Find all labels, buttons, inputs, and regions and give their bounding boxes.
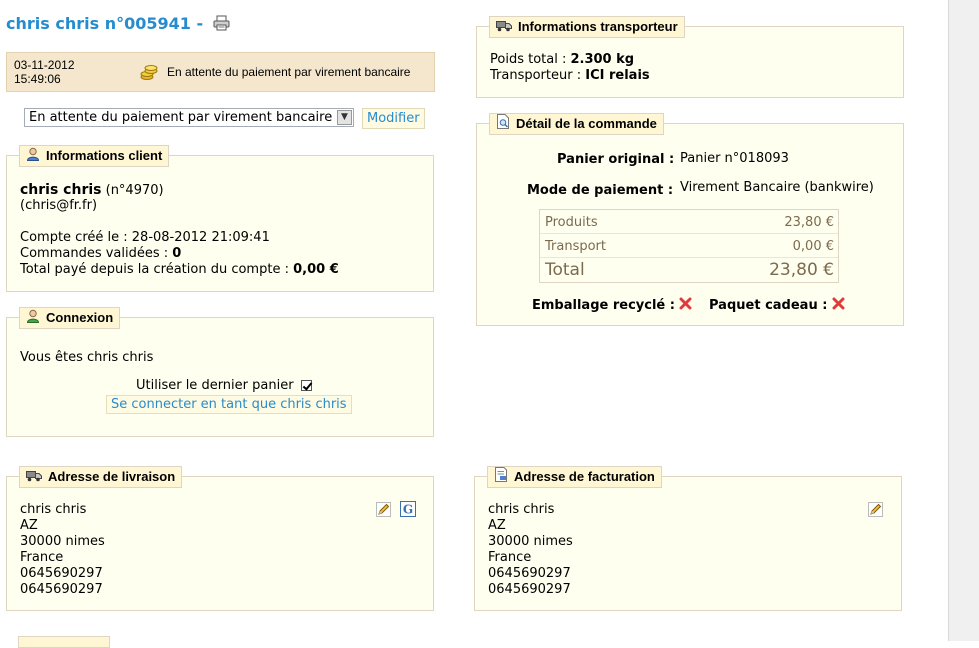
user-icon bbox=[26, 147, 40, 167]
printer-icon[interactable] bbox=[213, 15, 230, 35]
svg-text:G: G bbox=[403, 503, 413, 517]
client-orders-line: Commandes validées : 0 bbox=[20, 246, 181, 261]
recycled-packaging-line: Emballage recyclé : bbox=[532, 297, 692, 314]
order-totals-table: Produits 23,80 € Transport 0,00 € Total … bbox=[539, 209, 839, 283]
status-date: 03-11-2012 bbox=[14, 58, 75, 72]
payment-mode-label: Mode de paiement : bbox=[527, 183, 674, 198]
current-status-bar: 03-11-2012 15:49:06 En attente du paieme… bbox=[6, 52, 435, 92]
address-line: chris chris bbox=[20, 502, 87, 517]
gift-wrap-line: Paquet cadeau : bbox=[709, 297, 845, 314]
order-status-select[interactable]: En attente du paiement par virement banc… bbox=[24, 108, 354, 127]
client-created-value: 28-08-2012 21:09:41 bbox=[131, 230, 270, 245]
address-line: chris chris bbox=[488, 502, 555, 517]
invoice-address-legend-text: Adresse de facturation bbox=[514, 469, 655, 484]
original-cart-label: Panier original : bbox=[557, 152, 675, 167]
delivery-address-panel: Adresse de livraison chris chris AZ 3000… bbox=[6, 466, 434, 611]
order-title: chris chris n°005941 - bbox=[6, 14, 230, 35]
connexion-status-text: Vous êtes chris chris bbox=[20, 350, 154, 365]
carrier-weight-line: Poids total : 2.300 kg bbox=[490, 52, 634, 67]
recycled-packaging-label: Emballage recyclé : bbox=[532, 298, 675, 313]
last-cart-option: Utiliser le dernier panier bbox=[136, 378, 312, 393]
carrier-name-label: Transporteur : bbox=[490, 68, 582, 83]
document-search-icon bbox=[496, 114, 510, 135]
next-panel-legend-stub bbox=[18, 636, 110, 648]
cross-icon bbox=[832, 297, 845, 314]
address-line: 0645690297 bbox=[20, 566, 103, 581]
client-name-line: chris chris (n°4970) bbox=[20, 182, 164, 198]
shipping-label: Transport bbox=[545, 239, 607, 254]
truck-icon bbox=[26, 468, 42, 488]
client-info-legend-text: Informations client bbox=[46, 148, 163, 163]
total-value: 23,80 € bbox=[769, 260, 834, 280]
order-detail-legend: Détail de la commande bbox=[489, 113, 664, 135]
carrier-legend-text: Informations transporteur bbox=[518, 19, 678, 34]
connexion-panel: Connexion Vous êtes chris chris Utiliser… bbox=[6, 307, 434, 437]
gift-wrap-label: Paquet cadeau : bbox=[709, 298, 828, 313]
connexion-legend-text: Connexion bbox=[46, 310, 114, 325]
carrier-legend: Informations transporteur bbox=[489, 16, 685, 38]
order-title-text: chris chris n°005941 - bbox=[6, 14, 204, 33]
address-line: AZ bbox=[20, 518, 38, 533]
address-line: 0645690297 bbox=[20, 582, 103, 597]
client-name: chris chris bbox=[20, 182, 102, 198]
status-datetime: 03-11-2012 15:49:06 bbox=[14, 58, 75, 86]
client-total-value: 0,00 € bbox=[293, 262, 339, 277]
carrier-weight-label: Poids total : bbox=[490, 52, 567, 67]
original-cart-value: Panier n°018093 bbox=[680, 151, 789, 166]
modify-status-button[interactable]: Modifier bbox=[362, 108, 425, 129]
last-cart-label: Utiliser le dernier panier bbox=[136, 378, 294, 393]
order-status-selected: En attente du paiement par virement banc… bbox=[29, 110, 333, 125]
status-time: 15:49:06 bbox=[14, 72, 61, 86]
total-label: Total bbox=[545, 260, 585, 280]
address-line: 0645690297 bbox=[488, 566, 571, 581]
cross-icon bbox=[679, 297, 692, 314]
coins-icon bbox=[140, 65, 158, 85]
truck-icon bbox=[496, 18, 512, 38]
client-info-panel: Informations client chris chris (n°4970)… bbox=[6, 145, 434, 292]
carrier-panel: Informations transporteur Poids total : … bbox=[476, 16, 904, 98]
table-row: Produits 23,80 € bbox=[540, 210, 838, 234]
client-created-line: Compte créé le : 28-08-2012 21:09:41 bbox=[20, 230, 270, 245]
order-detail-panel: Détail de la commande Panier original : … bbox=[476, 113, 904, 326]
address-line: France bbox=[20, 550, 64, 565]
table-row: Total 23,80 € bbox=[540, 258, 838, 282]
google-maps-icon[interactable]: G bbox=[400, 501, 416, 521]
delivery-address-legend: Adresse de livraison bbox=[19, 466, 183, 488]
last-cart-checkbox[interactable] bbox=[300, 380, 312, 391]
status-text: En attente du paiement par virement banc… bbox=[167, 65, 411, 79]
invoice-address-panel: Adresse de facturation chris chris AZ 30… bbox=[474, 466, 902, 611]
invoice-address-legend: Adresse de facturation bbox=[487, 466, 662, 488]
connexion-legend: Connexion bbox=[19, 307, 121, 329]
address-line: 30000 nimes bbox=[488, 534, 573, 549]
client-number: (n°4970) bbox=[105, 183, 164, 198]
client-orders-value: 0 bbox=[172, 246, 182, 261]
client-created-label: Compte créé le : bbox=[20, 230, 128, 245]
payment-mode-value: Virement Bancaire (bankwire) bbox=[680, 180, 874, 195]
client-orders-label: Commandes validées : bbox=[20, 246, 169, 261]
delivery-address-legend-text: Adresse de livraison bbox=[48, 469, 176, 484]
address-line: France bbox=[488, 550, 532, 565]
edit-pencil-icon[interactable] bbox=[376, 502, 391, 521]
carrier-name-line: Transporteur : ICI relais bbox=[490, 68, 650, 83]
address-line: 30000 nimes bbox=[20, 534, 105, 549]
carrier-weight-value: 2.300 kg bbox=[570, 52, 635, 67]
vertical-scrollbar[interactable] bbox=[948, 0, 979, 641]
address-line: AZ bbox=[488, 518, 506, 533]
user-icon bbox=[26, 309, 40, 329]
products-value: 23,80 € bbox=[784, 215, 834, 230]
connect-as-customer-link[interactable]: Se connecter en tant que chris chris bbox=[106, 395, 352, 414]
client-total-label: Total payé depuis la création du compte … bbox=[20, 262, 289, 277]
order-detail-legend-text: Détail de la commande bbox=[516, 116, 657, 131]
table-row: Transport 0,00 € bbox=[540, 234, 838, 258]
client-email: (chris@fr.fr) bbox=[20, 198, 98, 213]
edit-pencil-icon[interactable] bbox=[868, 502, 883, 521]
client-info-legend: Informations client bbox=[19, 145, 170, 167]
carrier-name-value: ICI relais bbox=[585, 68, 650, 83]
address-line: 0645690297 bbox=[488, 582, 571, 597]
chevron-down-icon[interactable]: ▼ bbox=[337, 110, 352, 125]
products-label: Produits bbox=[545, 215, 598, 230]
shipping-value: 0,00 € bbox=[792, 239, 834, 254]
client-total-line: Total payé depuis la création du compte … bbox=[20, 262, 339, 277]
invoice-icon bbox=[494, 467, 508, 488]
